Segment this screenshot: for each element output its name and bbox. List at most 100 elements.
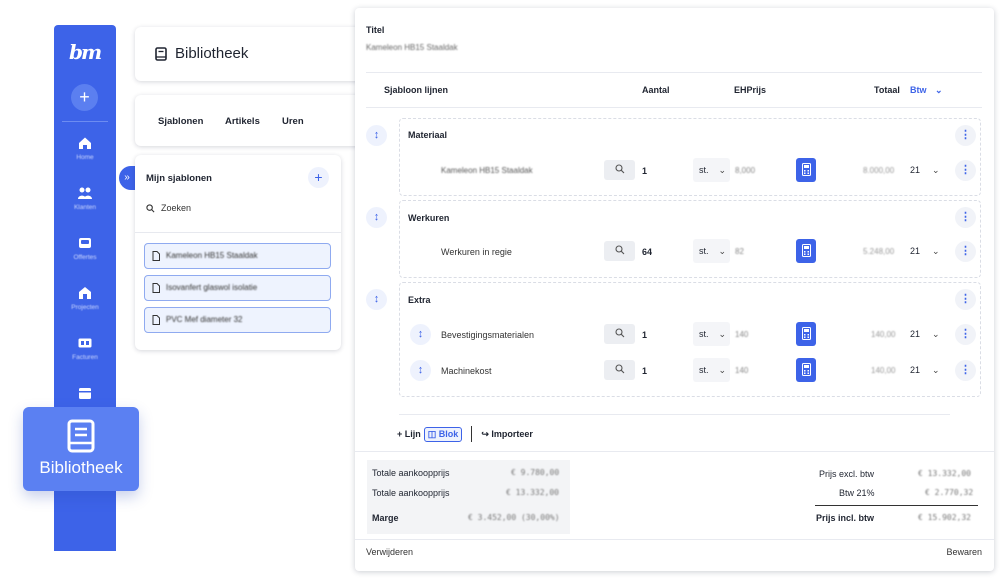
chevron-down-icon: ⌄ [932, 365, 940, 375]
line-description[interactable]: Bevestigingsmaterialen [441, 330, 534, 340]
line-unit-price[interactable]: 8,000 [735, 166, 755, 175]
chevron-down-icon: ⌄ [718, 246, 726, 256]
sidebar-item-label: Klanten [73, 204, 97, 211]
divider [135, 232, 341, 233]
divider [366, 107, 982, 108]
chevron-down-icon: ⌄ [932, 246, 940, 256]
line-unit-price[interactable]: 140 [735, 330, 748, 339]
total-label: Totale aankoopprijs [372, 468, 450, 478]
sidebar-item-bibliotheek[interactable]: Bibliotheek [23, 407, 139, 491]
price-incl-value: € 15.902,32 [918, 513, 971, 522]
line-vat-select[interactable]: 21 ⌄ [910, 365, 940, 376]
template-item[interactable]: Isovanfert glaswol isolatie [144, 275, 331, 301]
line-unit-select[interactable]: st. ⌄ [693, 158, 730, 182]
block-drag-handle[interactable]: ↕ [366, 207, 387, 228]
sidebar-item-projecten[interactable]: Projecten [54, 285, 116, 321]
line-more-button[interactable]: ⋮ [955, 241, 976, 262]
calculator-button[interactable] [796, 239, 816, 263]
sidebar-item-label: Facturen [72, 354, 98, 361]
line-qty[interactable]: 1 [642, 366, 647, 376]
template-item[interactable]: PVC Mef diameter 32 [144, 307, 331, 333]
line-vat-select[interactable]: 21 ⌄ [910, 165, 940, 176]
line-search-button[interactable] [604, 324, 635, 344]
line-total: 140,00 [871, 330, 896, 339]
sidebar-item-klanten[interactable]: Klanten [54, 185, 116, 221]
block-icon: ◫ [427, 428, 437, 439]
delete-button[interactable]: Verwijderen [366, 547, 413, 557]
line-qty[interactable]: 1 [642, 330, 647, 340]
add-block-button[interactable]: ◫ Blok [423, 426, 463, 442]
vat-label: Btw 21% [839, 488, 875, 498]
tab-sjablonen[interactable]: Sjablonen [158, 116, 203, 127]
block-more-button[interactable]: ⋮ [955, 125, 976, 146]
search-icon [614, 245, 624, 255]
line-description[interactable]: Werkuren in regie [441, 247, 512, 257]
column-lines: Sjabloon lijnen [384, 85, 449, 95]
block-drag-handle[interactable]: ↕ [366, 289, 387, 310]
file-icon [152, 283, 160, 293]
tab-artikels[interactable]: Artikels [225, 116, 260, 127]
line-qty[interactable]: 64 [642, 247, 652, 257]
template-editor: Titel Kameleon HB15 Staaldak Sjabloon li… [355, 8, 994, 571]
line-description[interactable]: Machinekost [441, 366, 492, 376]
create-button[interactable]: + [71, 84, 98, 111]
line-qty[interactable]: 1 [642, 166, 647, 176]
line-vat: 21 [910, 365, 921, 375]
line-drag-handle[interactable]: ↕ [410, 360, 431, 381]
line-unit-select[interactable]: st. ⌄ [693, 358, 730, 382]
template-name: PVC Mef diameter 32 [166, 315, 243, 324]
line-unit-price[interactable]: 82 [735, 247, 744, 256]
search-icon [614, 364, 624, 374]
line-more-button[interactable]: ⋮ [955, 324, 976, 345]
calculator-button[interactable] [796, 158, 816, 182]
line-search-button[interactable] [604, 160, 635, 180]
import-label: Importeer [491, 428, 533, 439]
card-icon [78, 338, 92, 348]
template-list-panel: Mijn sjablonen + Zoeken Kameleon HB15 St… [135, 155, 341, 350]
import-button[interactable]: ↪ Importeer [481, 429, 533, 440]
add-template-button[interactable]: + [308, 167, 329, 188]
line-vat-select[interactable]: 21 ⌄ [910, 246, 940, 257]
title-input[interactable]: Kameleon HB15 Staaldak [366, 43, 458, 52]
block-more-button[interactable]: ⋮ [955, 207, 976, 228]
column-vat[interactable]: Btw ⌄ [910, 85, 943, 96]
block-more-button[interactable]: ⋮ [955, 289, 976, 310]
line-more-button[interactable]: ⋮ [955, 160, 976, 181]
calculator-button[interactable] [796, 358, 816, 382]
sidebar-divider [62, 121, 108, 122]
calculator-button[interactable] [796, 322, 816, 346]
tab-uren[interactable]: Uren [282, 116, 304, 127]
title-label: Titel [366, 25, 385, 35]
collapse-panel-button[interactable]: » [119, 166, 135, 190]
sidebar-item-home[interactable]: Home [54, 135, 116, 171]
line-vat-select[interactable]: 21 ⌄ [910, 329, 940, 340]
line-unit: st. [699, 165, 709, 175]
sidebar-item-facturen[interactable]: Facturen [54, 335, 116, 371]
total-value: € 13.332,00 [506, 488, 559, 497]
sidebar-item-label: Offertes [73, 254, 97, 261]
app-logo[interactable]: bm [69, 41, 102, 63]
column-vat-label: Btw [910, 85, 927, 95]
line-unit-select[interactable]: st. ⌄ [693, 322, 730, 346]
house-icon [79, 287, 91, 299]
block-drag-handle[interactable]: ↕ [366, 125, 387, 146]
search-field[interactable]: Zoeken [146, 203, 191, 213]
sidebar-item-offertes[interactable]: Offertes [54, 235, 116, 271]
line-unit-price[interactable]: 140 [735, 366, 748, 375]
block-title: Extra [408, 295, 431, 305]
add-line-button[interactable]: + Lijn [397, 429, 421, 439]
save-button[interactable]: Bewaren [946, 547, 982, 557]
calculator-icon [801, 244, 811, 257]
line-unit: st. [699, 329, 709, 339]
calculator-icon [801, 327, 811, 340]
line-more-button[interactable]: ⋮ [955, 360, 976, 381]
library-tabs: Sjablonen Artikels Uren [135, 95, 365, 146]
line-search-button[interactable] [604, 241, 635, 261]
line-description[interactable]: Kameleon HB15 Staaldak [441, 166, 533, 175]
template-item[interactable]: Kameleon HB15 Staaldak [144, 243, 331, 269]
line-search-button[interactable] [604, 360, 635, 380]
line-unit-select[interactable]: st. ⌄ [693, 239, 730, 263]
line-drag-handle[interactable]: ↕ [410, 324, 431, 345]
book-icon [155, 46, 167, 61]
line-total: 5.248,00 [863, 247, 895, 256]
